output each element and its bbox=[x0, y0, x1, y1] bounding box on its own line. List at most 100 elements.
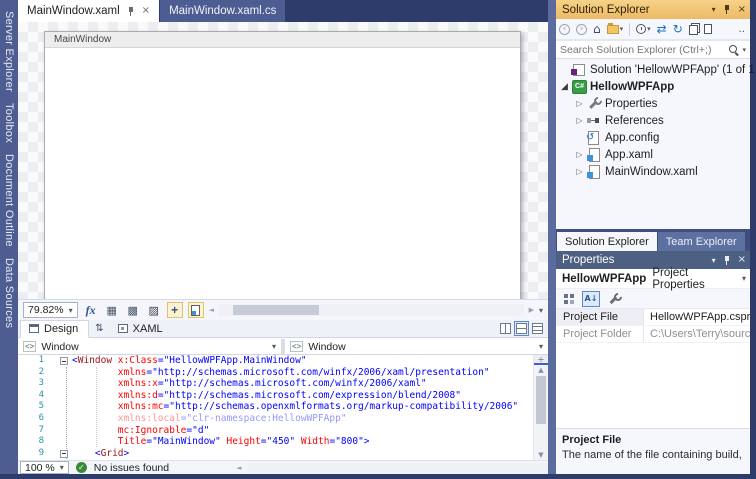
doc-tab-mainwindow-xaml-cs[interactable]: MainWindow.xaml.cs bbox=[160, 0, 285, 22]
tab-xaml[interactable]: XAML bbox=[110, 321, 173, 337]
collapse-pane-icon[interactable] bbox=[531, 322, 544, 335]
expander-icon[interactable]: ▷ bbox=[573, 116, 586, 125]
design-surface[interactable]: MainWindow bbox=[18, 22, 548, 299]
code-line-9[interactable]: 9 <Grid> bbox=[18, 448, 533, 460]
scrollbar-thumb[interactable] bbox=[536, 376, 546, 424]
property-name: Project Folder bbox=[556, 326, 644, 342]
expander-icon[interactable]: ▷ bbox=[573, 150, 586, 159]
swap-panes-icon[interactable]: ⇅ bbox=[95, 323, 103, 334]
rail-item-server-explorer[interactable]: Server Explorer bbox=[3, 11, 15, 92]
search-input[interactable] bbox=[560, 44, 728, 56]
code-line-1[interactable]: 1<Window x:Class="HellowWPFApp.MainWindo… bbox=[18, 355, 533, 367]
effects-fx-icon[interactable]: fx bbox=[83, 302, 99, 318]
pin-icon[interactable] bbox=[127, 6, 135, 17]
doc-tab-mainwindow-xaml[interactable]: MainWindow.xaml× bbox=[18, 0, 159, 22]
tab-solution-explorer[interactable]: Solution Explorer bbox=[557, 232, 657, 251]
property-row-project-folder[interactable]: Project FolderC:\Users\Terry\source\rep bbox=[556, 326, 750, 343]
code-text: xmlns:mc="http://schemas.openxmlformats.… bbox=[72, 401, 533, 413]
horizontal-split-icon[interactable] bbox=[515, 322, 528, 335]
sync-with-active-document-icon[interactable]: ⇄ bbox=[657, 22, 667, 36]
scroll-up-icon[interactable]: ▲ bbox=[534, 365, 548, 375]
breadcrumb-xaml[interactable]: <> Window ▾ bbox=[281, 339, 548, 354]
editor-vertical-scrollbar[interactable]: ÷ ▲ ▼ bbox=[533, 355, 548, 460]
property-row-project-file[interactable]: Project FileHellowWPFApp.csproj bbox=[556, 309, 750, 326]
solution-icon bbox=[571, 63, 586, 76]
refresh-icon[interactable]: ↻ bbox=[673, 22, 683, 36]
collapse-all-icon[interactable] bbox=[689, 23, 698, 35]
rail-item-data-sources[interactable]: Data Sources bbox=[3, 258, 15, 328]
wpf-window-preview[interactable]: MainWindow bbox=[44, 31, 521, 299]
rail-item-toolbox[interactable]: Toolbox bbox=[3, 103, 15, 143]
collapse-box-icon[interactable] bbox=[60, 450, 68, 458]
health-message[interactable]: No issues found bbox=[94, 462, 169, 474]
properties-panel: Properties ▾ × HellowWPFApp Project Prop… bbox=[556, 251, 750, 474]
artboard-background-toggle-icon[interactable] bbox=[188, 302, 204, 318]
property-value[interactable]: HellowWPFApp.csproj bbox=[644, 311, 750, 323]
tree-item-mainwindow-xaml[interactable]: ▷MainWindow.xaml bbox=[556, 163, 750, 180]
tree-item-app-xaml[interactable]: ▷App.xaml bbox=[556, 146, 750, 163]
snaplines-toggle-icon[interactable]: + bbox=[167, 302, 183, 318]
alphabetical-sort-icon[interactable]: A↓ bbox=[582, 291, 600, 307]
tree-item-hellowwpfapp[interactable]: ◢HellowWPFApp bbox=[556, 78, 750, 95]
vertical-split-icon[interactable] bbox=[499, 322, 512, 335]
properties-page-icon[interactable] bbox=[704, 24, 712, 34]
hscroll-right-arrow-icon[interactable]: ▶ bbox=[529, 306, 534, 314]
forward-icon[interactable]: › bbox=[576, 24, 587, 35]
split-editor-handle[interactable]: ÷ bbox=[534, 355, 548, 365]
designer-horizontal-scrollbar[interactable] bbox=[219, 304, 524, 316]
designer-zoom-combo[interactable]: 79.82% ▾ bbox=[23, 302, 78, 318]
vertical-splitter[interactable] bbox=[548, 0, 556, 474]
close-icon[interactable]: × bbox=[142, 6, 150, 16]
hscroll-left-arrow-icon[interactable]: ◄ bbox=[236, 464, 241, 472]
close-icon[interactable]: × bbox=[738, 5, 746, 15]
line-number: 4 bbox=[18, 390, 44, 402]
expander-icon[interactable]: ▷ bbox=[573, 99, 586, 108]
pending-changes-filter-icon[interactable]: ▾ bbox=[636, 24, 651, 34]
breadcrumb-design[interactable]: <> Window ▾ bbox=[18, 339, 281, 354]
tree-item-solution-hellowwpfapp-1-of-1-project[interactable]: Solution 'HellowWPFApp' (1 of 1 project) bbox=[556, 61, 750, 78]
properties-object-selector[interactable]: HellowWPFApp Project Properties ▾ bbox=[556, 269, 750, 289]
search-icon[interactable] bbox=[728, 44, 740, 56]
xaml-view-icon bbox=[118, 324, 128, 333]
property-value[interactable]: C:\Users\Terry\source\rep bbox=[644, 328, 750, 340]
window-position-icon[interactable]: ▾ bbox=[712, 5, 716, 14]
switch-views-icon[interactable]: ▾ bbox=[607, 25, 624, 34]
property-description: Project File The name of the file contai… bbox=[556, 428, 750, 474]
rail-item-document-outline[interactable]: Document Outline bbox=[3, 154, 15, 247]
tree-item-references[interactable]: ▷References bbox=[556, 112, 750, 129]
collapse-box-icon[interactable] bbox=[60, 357, 68, 365]
property-pages-icon[interactable] bbox=[604, 291, 622, 307]
tree-item-properties[interactable]: ▷Properties bbox=[556, 95, 750, 112]
categorized-view-icon[interactable] bbox=[560, 291, 578, 307]
editor-zoom-combo[interactable]: 100 % ▾ bbox=[20, 461, 69, 474]
back-icon[interactable]: ‹ bbox=[559, 24, 570, 35]
toolbar-overflow-icon[interactable]: ‥ bbox=[738, 24, 747, 35]
tab-team-explorer[interactable]: Team Explorer bbox=[658, 232, 745, 251]
xaml-code-editor[interactable]: 1<Window x:Class="HellowWPFApp.MainWindo… bbox=[18, 355, 533, 460]
expander-icon[interactable]: ◢ bbox=[558, 82, 571, 92]
fold-margin[interactable] bbox=[44, 355, 72, 367]
fold-margin[interactable] bbox=[44, 448, 72, 460]
home-icon[interactable]: ⌂ bbox=[593, 22, 601, 36]
right-panel-column: Solution Explorer ▾ × ‹ › ⌂ ▾ ▾ ⇄ ↻ ‥ ▾ … bbox=[556, 0, 750, 474]
scroll-menu-icon[interactable]: ▾ bbox=[539, 306, 543, 315]
tab-design[interactable]: Design bbox=[20, 320, 89, 338]
expander-icon[interactable]: ▷ bbox=[573, 167, 586, 176]
solution-explorer-header[interactable]: Solution Explorer ▾ × bbox=[556, 0, 750, 19]
show-snap-grid-icon[interactable]: ▦ bbox=[104, 302, 120, 318]
editor-horizontal-scrollbar[interactable] bbox=[248, 463, 548, 473]
indent-guide-line bbox=[96, 367, 97, 447]
scroll-down-icon[interactable]: ▼ bbox=[534, 450, 548, 460]
code-line-6[interactable]: 6 xmlns:local="clr-namespace:HellowWPFAp… bbox=[18, 413, 533, 425]
search-options-icon[interactable]: ▾ bbox=[742, 46, 746, 54]
fold-margin bbox=[44, 367, 72, 379]
tree-item-app-config[interactable]: App.config bbox=[556, 129, 750, 146]
close-icon[interactable]: × bbox=[738, 255, 746, 265]
pin-icon[interactable] bbox=[723, 255, 731, 266]
snap-gridlines-icon[interactable]: ▩ bbox=[125, 302, 141, 318]
snapping-icon[interactable]: ▨ bbox=[146, 302, 162, 318]
window-position-icon[interactable]: ▾ bbox=[712, 256, 716, 265]
hscroll-left-arrow-icon[interactable]: ◄ bbox=[209, 306, 214, 314]
pin-icon[interactable] bbox=[723, 4, 731, 15]
solution-search-box[interactable]: ▾ bbox=[556, 40, 750, 59]
